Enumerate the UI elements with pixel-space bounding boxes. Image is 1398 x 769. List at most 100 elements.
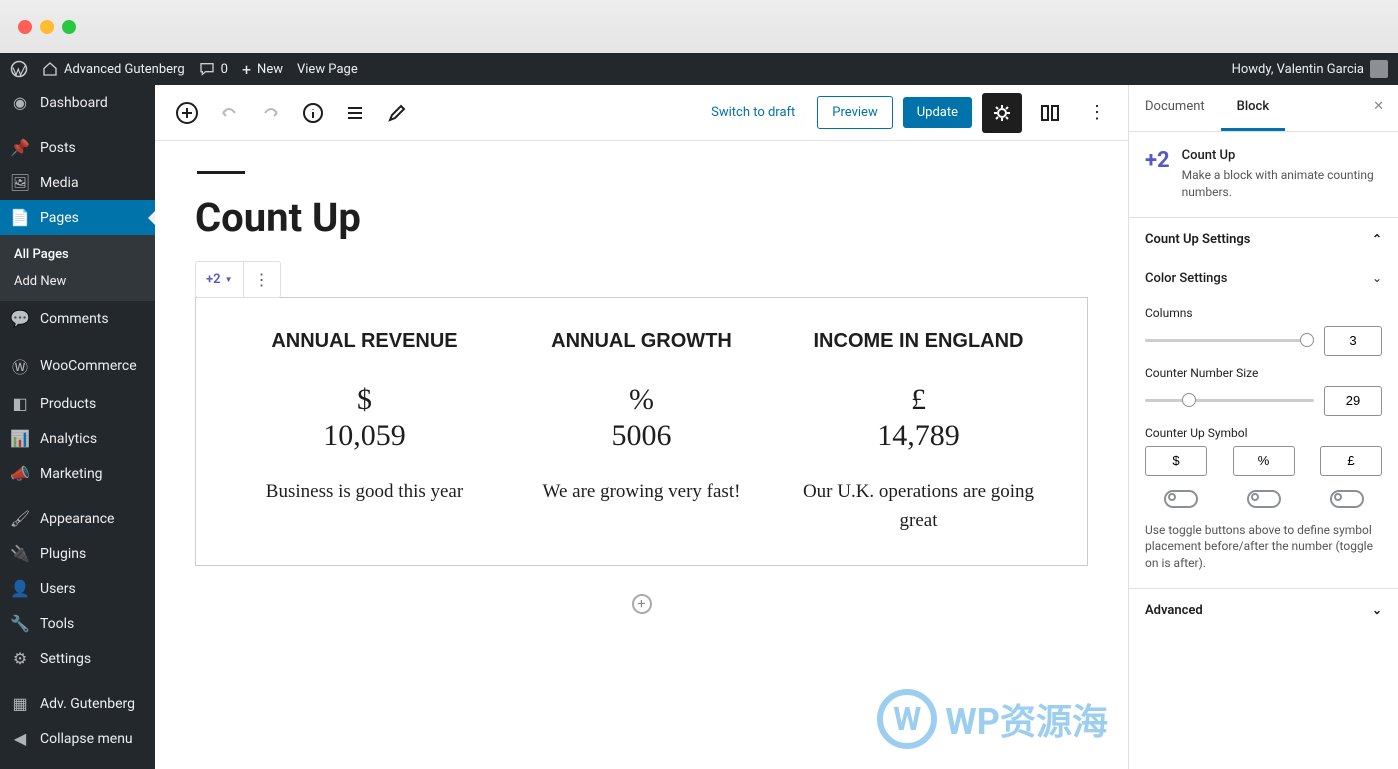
symbol-input-3[interactable]: [1320, 446, 1382, 476]
settings-toggle-button[interactable]: [982, 93, 1022, 133]
appearance-icon: 🖌: [10, 509, 30, 528]
view-page-link[interactable]: View Page: [297, 62, 358, 77]
close-icon: ✕: [1373, 99, 1384, 114]
symbol-input-1[interactable]: [1145, 446, 1207, 476]
menu-label: Plugins: [40, 546, 86, 562]
jetpack-button[interactable]: [1032, 95, 1068, 131]
countup-heading[interactable]: INCOME IN ENGLAND: [792, 328, 1045, 354]
editor-canvas[interactable]: Count Up +2 ▼ ⋮ ANNUAL REVENUE $ 10,059 …: [155, 141, 1128, 769]
close-inspector-button[interactable]: ✕: [1359, 85, 1398, 131]
panel-toggle-advanced[interactable]: Advanced ⌄: [1129, 589, 1398, 632]
columns-slider[interactable]: [1145, 339, 1314, 342]
howdy-link[interactable]: Howdy, Valentin Garcia: [1232, 60, 1388, 78]
countup-symbol: %: [515, 382, 768, 418]
submenu-all-pages[interactable]: All Pages: [0, 241, 155, 268]
submenu-add-new[interactable]: Add New: [0, 268, 155, 295]
switch-draft-button[interactable]: Switch to draft: [699, 97, 807, 128]
preview-button[interactable]: Preview: [817, 96, 892, 129]
user-icon: 👤: [10, 579, 30, 598]
tab-block[interactable]: Block: [1221, 85, 1285, 131]
more-button[interactable]: ⋮: [1078, 95, 1114, 131]
menu-label: WooCommerce: [40, 358, 137, 374]
redo-icon: [261, 103, 281, 123]
plus-icon: +: [242, 60, 251, 79]
countup-column: ANNUAL REVENUE $ 10,059 Business is good…: [226, 328, 503, 535]
tools-button[interactable]: [379, 95, 415, 131]
mac-close-dot[interactable]: [18, 20, 32, 34]
menu-appearance[interactable]: 🖌Appearance: [0, 501, 155, 536]
counter-size-input[interactable]: [1324, 386, 1382, 416]
panel-toggle-countup[interactable]: Count Up Settings ⌃: [1129, 218, 1398, 261]
outline-button[interactable]: [337, 95, 373, 131]
settings-icon: ⚙: [10, 649, 30, 668]
gutenberg-icon: ▦: [10, 694, 30, 713]
block-toolbar: +2 ▼ ⋮: [195, 261, 281, 298]
new-link[interactable]: + New: [242, 60, 283, 79]
countup-description[interactable]: We are growing very fast!: [515, 478, 768, 507]
page-icon: 📄: [10, 208, 30, 227]
symbol-toggle-2[interactable]: [1247, 490, 1281, 508]
count-up-block[interactable]: ANNUAL REVENUE $ 10,059 Business is good…: [195, 297, 1088, 566]
symbol-input-2[interactable]: [1233, 446, 1295, 476]
menu-products[interactable]: ◧Products: [0, 386, 155, 421]
block-icon-label: +2: [206, 272, 221, 287]
menu-marketing[interactable]: 📣Marketing: [0, 456, 155, 491]
add-block-button[interactable]: [169, 95, 205, 131]
counter-size-label: Counter Number Size: [1145, 366, 1382, 380]
analytics-icon: 📊: [10, 429, 30, 448]
comments-link[interactable]: 0: [199, 61, 228, 77]
howdy-label: Howdy, Valentin Garcia: [1232, 62, 1364, 77]
media-icon: 🖼: [10, 173, 30, 192]
menu-adv-gutenberg[interactable]: ▦Adv. Gutenberg: [0, 686, 155, 721]
menu-posts[interactable]: 📌Posts: [0, 130, 155, 165]
block-more-button[interactable]: ⋮: [244, 262, 280, 297]
add-block-inserter[interactable]: +: [632, 594, 652, 614]
mac-titlebar: [0, 0, 1398, 53]
gear-icon: [991, 102, 1013, 124]
symbol-toggle-3[interactable]: [1330, 490, 1364, 508]
menu-plugins[interactable]: 🔌Plugins: [0, 536, 155, 571]
menu-tools[interactable]: 🔧Tools: [0, 606, 155, 641]
menu-woocommerce[interactable]: Ⓦ WooCommerce: [0, 346, 155, 386]
menu-users[interactable]: 👤Users: [0, 571, 155, 606]
countup-description[interactable]: Our U.K. operations are going great: [792, 478, 1045, 535]
menu-settings[interactable]: ⚙Settings: [0, 641, 155, 676]
menu-dashboard[interactable]: ◉Dashboard: [0, 85, 155, 120]
block-type-button[interactable]: +2 ▼: [196, 262, 244, 297]
info-button[interactable]: [295, 95, 331, 131]
undo-icon: [219, 103, 239, 123]
toggle-knob: [1251, 493, 1259, 501]
woo-icon: Ⓦ: [10, 354, 30, 378]
countup-heading[interactable]: ANNUAL GROWTH: [515, 328, 768, 354]
countup-heading[interactable]: ANNUAL REVENUE: [238, 328, 491, 354]
tool-icon: 🔧: [10, 614, 30, 633]
page-title[interactable]: Count Up: [195, 194, 1088, 241]
wordpress-icon: [10, 60, 28, 78]
tab-document[interactable]: Document: [1129, 85, 1221, 131]
chevron-up-icon: ⌃: [1372, 232, 1382, 246]
counter-size-slider[interactable]: [1145, 399, 1314, 402]
menu-media[interactable]: 🖼Media: [0, 165, 155, 200]
chevron-down-icon: ▼: [225, 275, 233, 284]
toggle-knob: [1334, 493, 1342, 501]
symbol-toggle-1[interactable]: [1164, 490, 1198, 508]
subpanel-title: Color Settings: [1145, 271, 1227, 286]
block-name-label: Count Up: [1182, 148, 1382, 163]
mac-minimize-dot[interactable]: [40, 20, 54, 34]
menu-collapse[interactable]: ◀Collapse menu: [0, 721, 155, 756]
mac-zoom-dot[interactable]: [62, 20, 76, 34]
watermark-text: WP资源海: [945, 693, 1108, 745]
menu-pages[interactable]: 📄Pages: [0, 200, 155, 235]
menu-analytics[interactable]: 📊Analytics: [0, 421, 155, 456]
menu-comments[interactable]: 💬Comments: [0, 301, 155, 336]
site-name-link[interactable]: Advanced Gutenberg: [42, 61, 185, 77]
wp-admin-bar: Advanced Gutenberg 0 + New View Page How…: [0, 53, 1398, 85]
countup-number: 14,789: [792, 418, 1045, 454]
update-button[interactable]: Update: [903, 97, 972, 128]
columns-input[interactable]: [1324, 326, 1382, 356]
wp-logo[interactable]: [10, 60, 28, 78]
inspector-panel: Document Block ✕ +2 Count Up Make a bloc…: [1128, 85, 1398, 769]
watermark: W WP资源海: [877, 689, 1108, 749]
color-settings-toggle[interactable]: Color Settings ⌄: [1145, 261, 1382, 296]
countup-description[interactable]: Business is good this year: [238, 478, 491, 507]
